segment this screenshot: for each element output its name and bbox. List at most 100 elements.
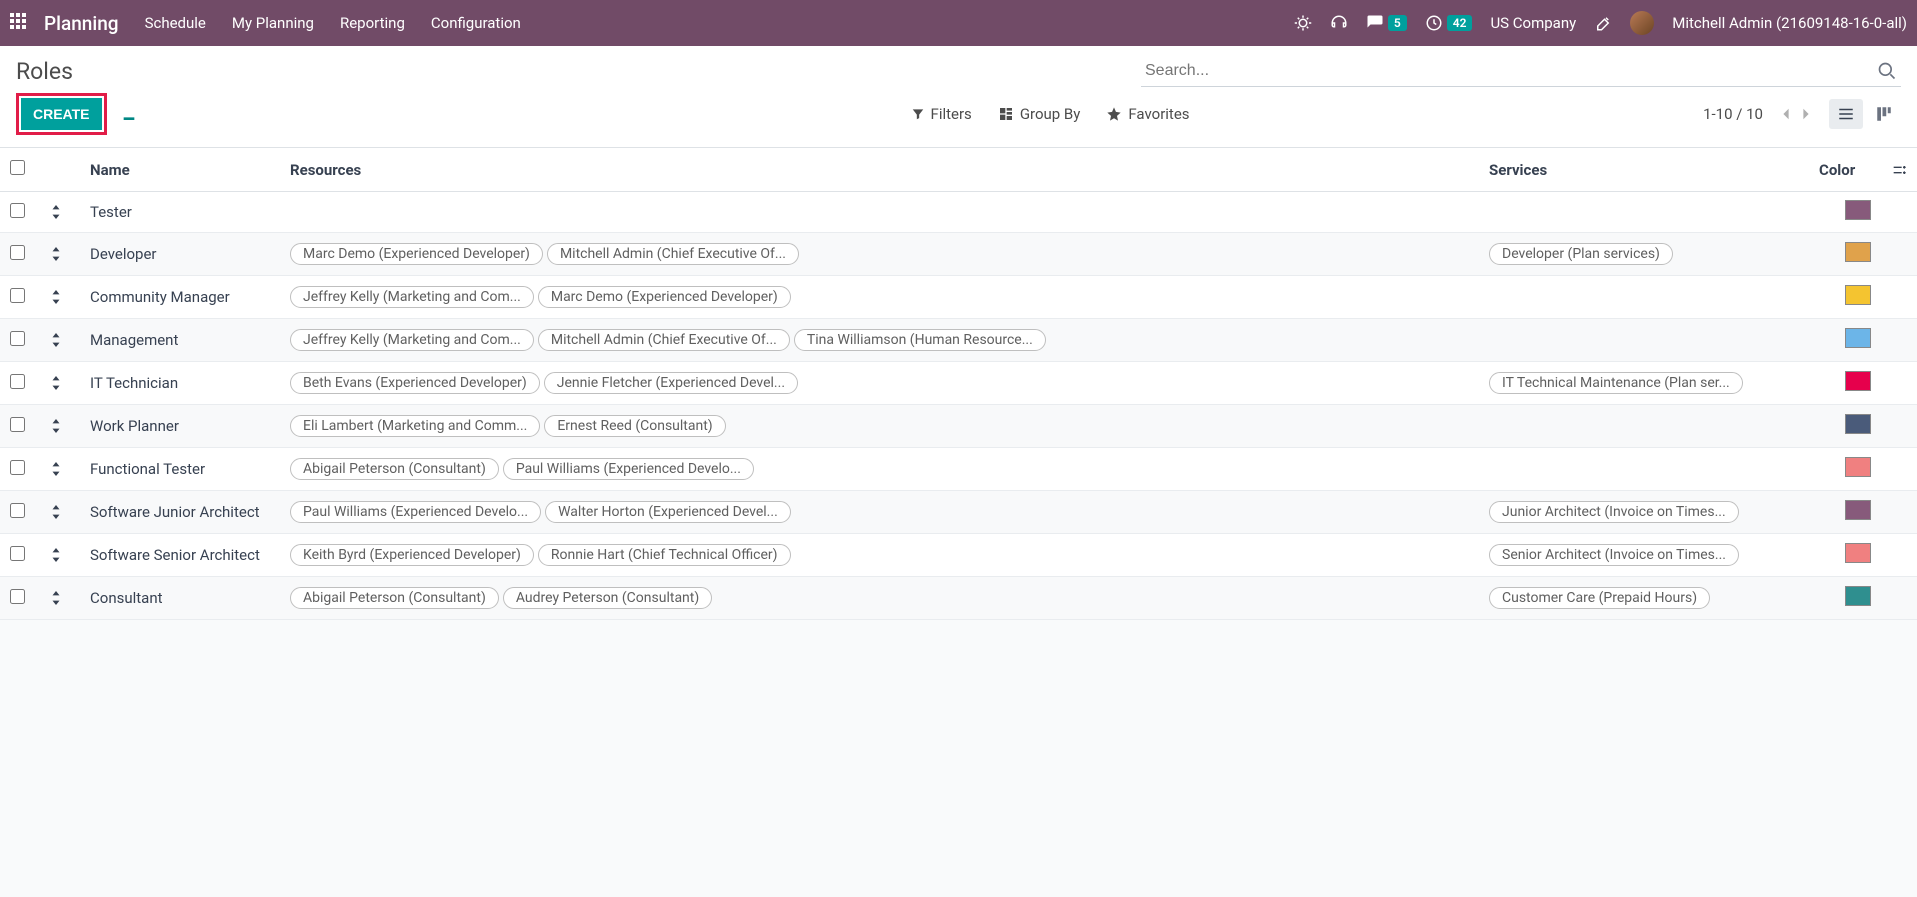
col-name[interactable]: Name bbox=[80, 148, 280, 192]
row-checkbox[interactable] bbox=[10, 331, 25, 346]
resource-tag[interactable]: Paul Williams (Experienced Develo... bbox=[503, 458, 754, 480]
export-button[interactable] bbox=[117, 102, 141, 126]
pager-next-button[interactable] bbox=[1797, 103, 1815, 125]
drag-handle-icon[interactable] bbox=[40, 448, 80, 491]
pager-prev-button[interactable] bbox=[1777, 103, 1795, 125]
favorites-button[interactable]: Favorites bbox=[1106, 105, 1189, 123]
resource-tag[interactable]: Abigail Peterson (Consultant) bbox=[290, 587, 499, 609]
drag-handle-icon[interactable] bbox=[40, 577, 80, 620]
color-swatch[interactable] bbox=[1845, 500, 1871, 520]
service-tag[interactable]: IT Technical Maintenance (Plan ser... bbox=[1489, 372, 1743, 394]
cell-services bbox=[1479, 192, 1809, 233]
user-menu[interactable]: Mitchell Admin (21609148-16-0-all) bbox=[1672, 14, 1907, 32]
resource-tag[interactable]: Walter Horton (Experienced Devel... bbox=[545, 501, 791, 523]
resource-tag[interactable]: Mitchell Admin (Chief Executive Of... bbox=[538, 329, 790, 351]
support-icon[interactable] bbox=[1330, 14, 1348, 32]
row-checkbox[interactable] bbox=[10, 460, 25, 475]
app-brand[interactable]: Planning bbox=[44, 12, 119, 35]
resource-tag[interactable]: Marc Demo (Experienced Developer) bbox=[538, 286, 791, 308]
drag-handle-icon[interactable] bbox=[40, 319, 80, 362]
resource-tag[interactable]: Jeffrey Kelly (Marketing and Com... bbox=[290, 286, 534, 308]
menu-my-planning[interactable]: My Planning bbox=[232, 14, 314, 32]
service-tag[interactable]: Senior Architect (Invoice on Times... bbox=[1489, 544, 1739, 566]
resource-tag[interactable]: Beth Evans (Experienced Developer) bbox=[290, 372, 540, 394]
select-all-checkbox[interactable] bbox=[10, 160, 25, 175]
resource-tag[interactable]: Ernest Reed (Consultant) bbox=[544, 415, 725, 437]
menu-schedule[interactable]: Schedule bbox=[145, 14, 206, 32]
groupby-button[interactable]: Group By bbox=[998, 105, 1081, 123]
col-color[interactable]: Color bbox=[1809, 148, 1881, 192]
drag-handle-icon[interactable] bbox=[40, 192, 80, 233]
table-row[interactable]: ManagementJeffrey Kelly (Marketing and C… bbox=[0, 319, 1917, 362]
drag-handle-icon[interactable] bbox=[40, 362, 80, 405]
resource-tag[interactable]: Ronnie Hart (Chief Technical Officer) bbox=[538, 544, 791, 566]
cell-services: Developer (Plan services) bbox=[1479, 233, 1809, 276]
cell-services bbox=[1479, 405, 1809, 448]
service-tag[interactable]: Junior Architect (Invoice on Times... bbox=[1489, 501, 1739, 523]
row-checkbox[interactable] bbox=[10, 417, 25, 432]
color-swatch[interactable] bbox=[1845, 457, 1871, 477]
row-checkbox[interactable] bbox=[10, 203, 25, 218]
filters-button[interactable]: Filters bbox=[911, 105, 972, 123]
resource-tag[interactable]: Keith Byrd (Experienced Developer) bbox=[290, 544, 534, 566]
activities-button[interactable]: 42 bbox=[1425, 14, 1473, 32]
resource-tag[interactable]: Marc Demo (Experienced Developer) bbox=[290, 243, 543, 265]
row-checkbox[interactable] bbox=[10, 589, 25, 604]
apps-icon[interactable] bbox=[10, 13, 30, 33]
search-icon[interactable] bbox=[1873, 57, 1901, 85]
drag-handle-icon[interactable] bbox=[40, 405, 80, 448]
search-input[interactable] bbox=[1141, 56, 1873, 86]
drag-handle-icon[interactable] bbox=[40, 276, 80, 319]
table-row[interactable]: Work PlannerEli Lambert (Marketing and C… bbox=[0, 405, 1917, 448]
row-checkbox[interactable] bbox=[10, 503, 25, 518]
drag-handle-icon[interactable] bbox=[40, 534, 80, 577]
table-row[interactable]: Software Junior ArchitectPaul Williams (… bbox=[0, 491, 1917, 534]
resource-tag[interactable]: Audrey Peterson (Consultant) bbox=[503, 587, 712, 609]
resource-tag[interactable]: Tina Williamson (Human Resource... bbox=[794, 329, 1046, 351]
menu-configuration[interactable]: Configuration bbox=[431, 14, 521, 32]
tools-icon[interactable] bbox=[1594, 14, 1612, 32]
pager-text[interactable]: 1-10 / 10 bbox=[1703, 105, 1763, 123]
row-checkbox[interactable] bbox=[10, 546, 25, 561]
row-checkbox[interactable] bbox=[10, 374, 25, 389]
row-checkbox[interactable] bbox=[10, 288, 25, 303]
company-selector[interactable]: US Company bbox=[1490, 14, 1576, 32]
color-swatch[interactable] bbox=[1845, 586, 1871, 606]
table-row[interactable]: ConsultantAbigail Peterson (Consultant)A… bbox=[0, 577, 1917, 620]
resource-tag[interactable]: Jeffrey Kelly (Marketing and Com... bbox=[290, 329, 534, 351]
resource-tag[interactable]: Paul Williams (Experienced Develo... bbox=[290, 501, 541, 523]
service-tag[interactable]: Developer (Plan services) bbox=[1489, 243, 1673, 265]
row-checkbox[interactable] bbox=[10, 245, 25, 260]
col-services[interactable]: Services bbox=[1479, 148, 1809, 192]
table-row[interactable]: IT TechnicianBeth Evans (Experienced Dev… bbox=[0, 362, 1917, 405]
menu-reporting[interactable]: Reporting bbox=[340, 14, 405, 32]
color-swatch[interactable] bbox=[1845, 200, 1871, 220]
drag-handle-icon[interactable] bbox=[40, 491, 80, 534]
color-swatch[interactable] bbox=[1845, 285, 1871, 305]
debug-icon[interactable] bbox=[1294, 14, 1312, 32]
cell-name: Functional Tester bbox=[80, 448, 280, 491]
table-row[interactable]: Software Senior ArchitectKeith Byrd (Exp… bbox=[0, 534, 1917, 577]
drag-handle-icon[interactable] bbox=[40, 233, 80, 276]
create-button[interactable]: Create bbox=[21, 98, 102, 130]
messages-button[interactable]: 5 bbox=[1366, 14, 1407, 32]
resource-tag[interactable]: Mitchell Admin (Chief Executive Of... bbox=[547, 243, 799, 265]
table-row[interactable]: Tester bbox=[0, 192, 1917, 233]
table-row[interactable]: Functional Tester Abigail Peterson (Consu… bbox=[0, 448, 1917, 491]
col-optional[interactable] bbox=[1881, 148, 1917, 192]
table-row[interactable]: Community ManagerJeffrey Kelly (Marketin… bbox=[0, 276, 1917, 319]
resource-tag[interactable]: Abigail Peterson (Consultant) bbox=[290, 458, 499, 480]
color-swatch[interactable] bbox=[1845, 543, 1871, 563]
col-resources[interactable]: Resources bbox=[280, 148, 1479, 192]
color-swatch[interactable] bbox=[1845, 414, 1871, 434]
view-list-button[interactable] bbox=[1829, 99, 1863, 129]
service-tag[interactable]: Customer Care (Prepaid Hours) bbox=[1489, 587, 1710, 609]
resource-tag[interactable]: Eli Lambert (Marketing and Comm... bbox=[290, 415, 540, 437]
resource-tag[interactable]: Jennie Fletcher (Experienced Devel... bbox=[544, 372, 798, 394]
color-swatch[interactable] bbox=[1845, 242, 1871, 262]
table-row[interactable]: DeveloperMarc Demo (Experienced Develope… bbox=[0, 233, 1917, 276]
avatar[interactable] bbox=[1630, 11, 1654, 35]
color-swatch[interactable] bbox=[1845, 371, 1871, 391]
view-kanban-button[interactable] bbox=[1867, 99, 1901, 129]
color-swatch[interactable] bbox=[1845, 328, 1871, 348]
